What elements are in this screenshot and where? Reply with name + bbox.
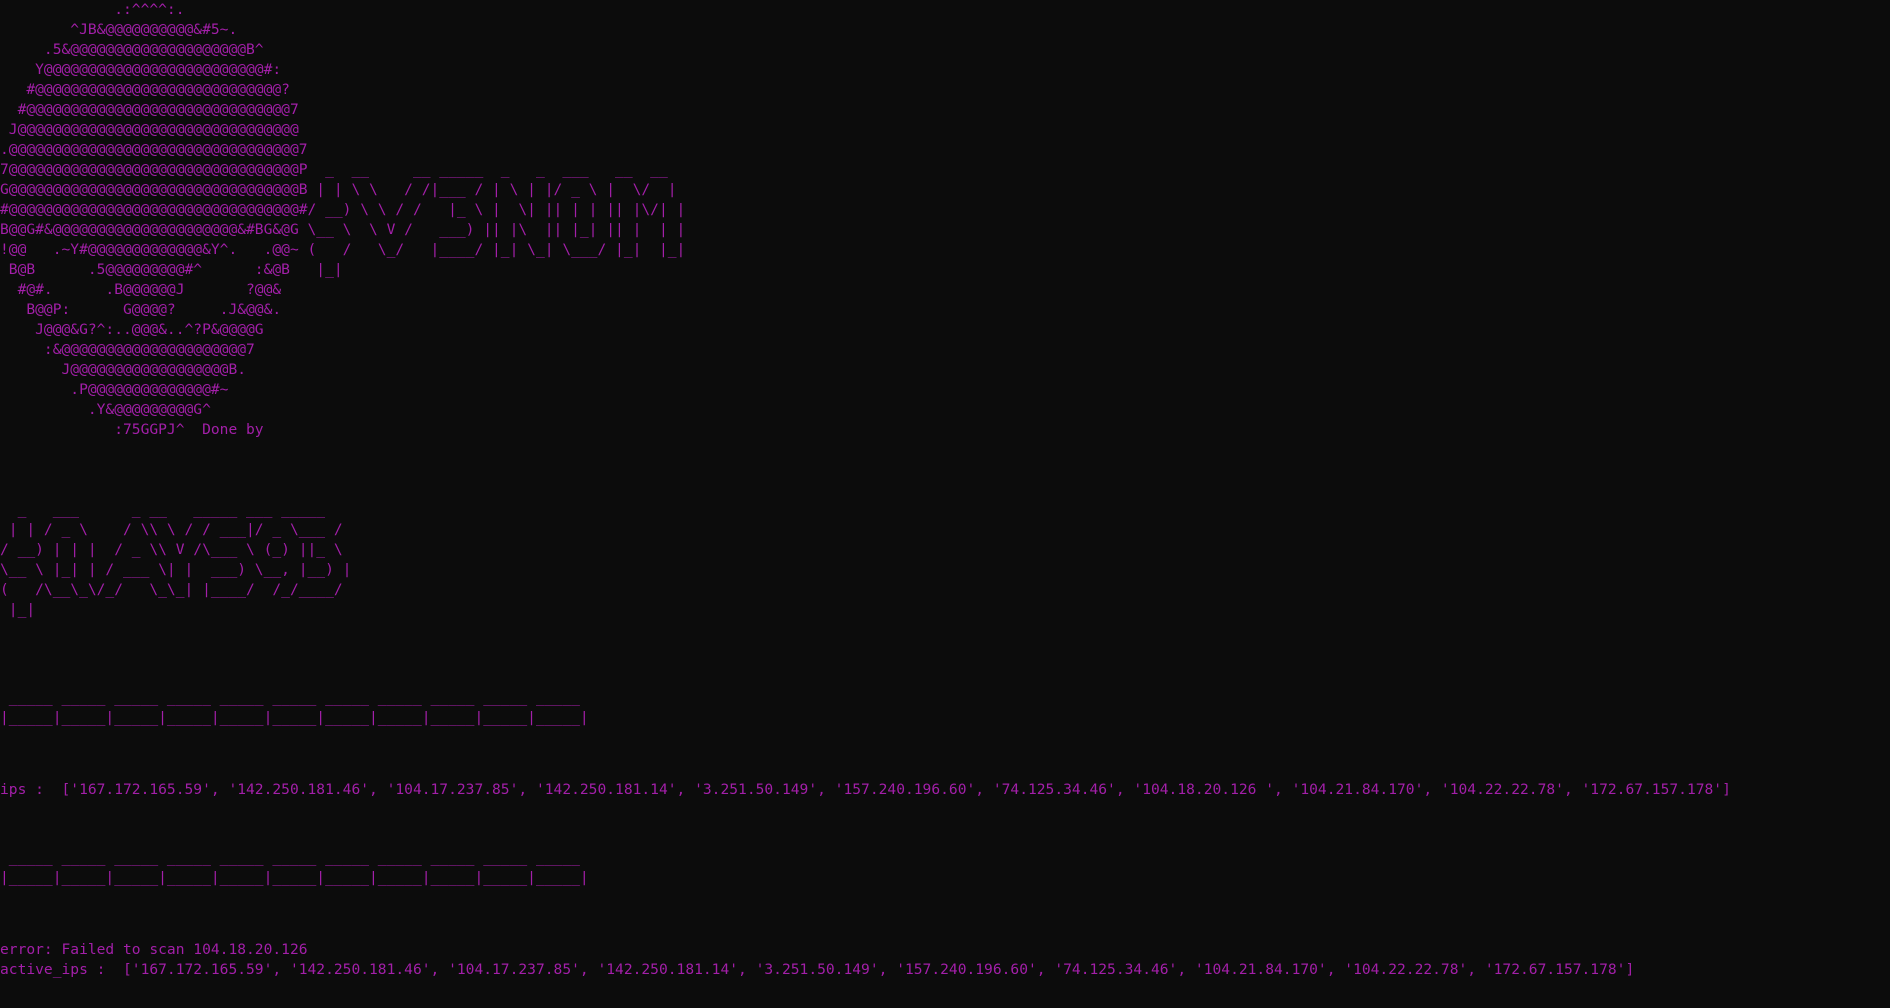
title-banner-art: _ __ __ _____ _ _ ___ __ __ | | \ \ / /|…	[307, 161, 686, 278]
author-banner-art: _ ___ _ __ _____ ___ _____ | | / _ \ / \…	[0, 501, 352, 618]
divider-line-bottom: _____ _____ _____ _____ _____ _____ ____…	[0, 849, 589, 886]
active-ips-output-line: active_ips : ['167.172.165.59', '142.250…	[0, 961, 1635, 978]
error-output-line: error: Failed to scan 104.18.20.126	[0, 941, 308, 958]
ips-output-line: ips : ['167.172.165.59', '142.250.181.46…	[0, 781, 1731, 798]
divider-line-top: _____ _____ _____ _____ _____ _____ ____…	[0, 689, 589, 726]
terminal-window[interactable]: .:^^^^:. ^JB&@@@@@@@@@@&#5~. .5&@@@@@@@@…	[0, 0, 1890, 1008]
